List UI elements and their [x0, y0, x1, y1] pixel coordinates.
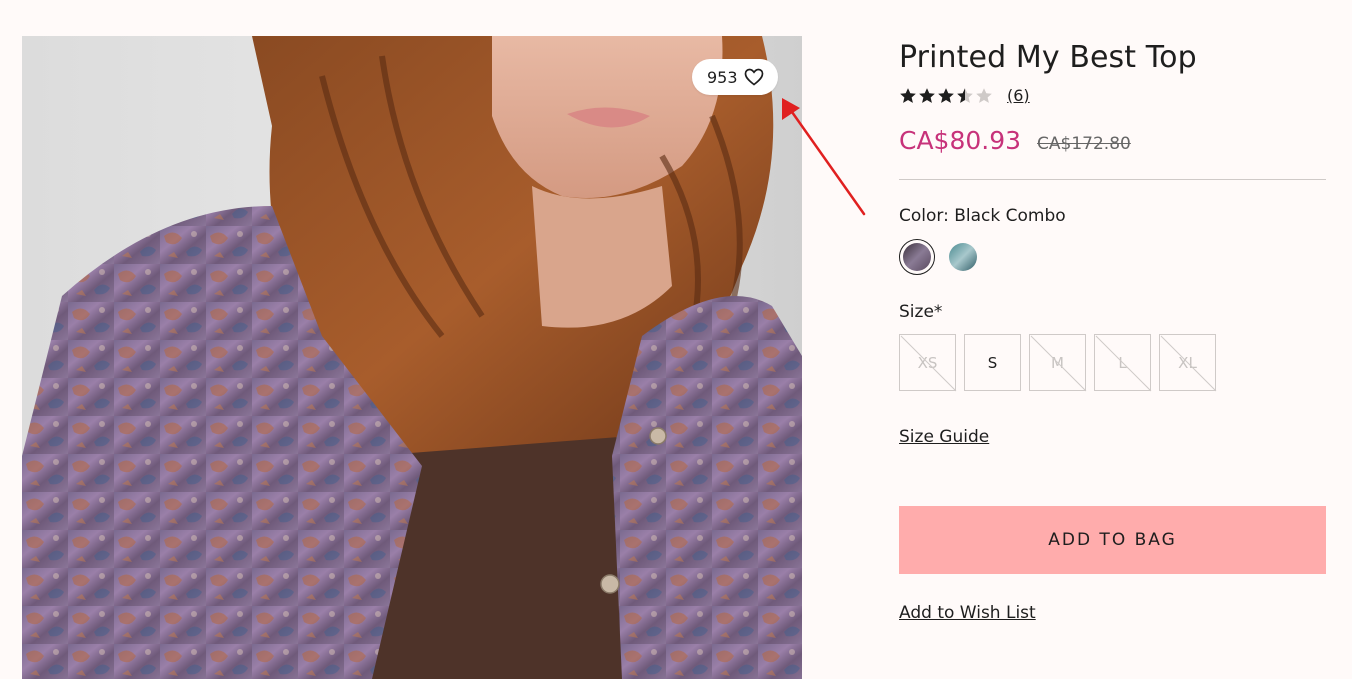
- star-rating: [899, 87, 993, 104]
- size-label: Size*: [899, 302, 943, 322]
- color-swatch-chip: [903, 243, 931, 271]
- size-option-l[interactable]: L: [1094, 334, 1152, 392]
- color-swatch-chip: [949, 243, 977, 271]
- product-photo-illustration: [22, 36, 802, 679]
- add-to-bag-button[interactable]: ADD TO BAG: [899, 506, 1326, 574]
- review-count-link[interactable]: (6): [1007, 86, 1030, 105]
- product-page: 953 Printed My Best Top (6) CA$80.93 CA$…: [0, 0, 1352, 679]
- unavailable-strike: [900, 335, 957, 392]
- color-label-row: Color: Black Combo: [899, 206, 1326, 226]
- divider: [899, 179, 1326, 180]
- original-price: CA$172.80: [1037, 134, 1131, 154]
- star-icon: [938, 87, 954, 103]
- wishlist-count: 953: [707, 67, 738, 87]
- selected-color-name: Black Combo: [954, 206, 1066, 226]
- color-swatch-black-combo[interactable]: [899, 239, 935, 275]
- sale-price: CA$80.93: [899, 126, 1022, 155]
- heart-icon: [744, 68, 764, 86]
- unavailable-strike: [1095, 335, 1152, 392]
- size-option-xl[interactable]: XL: [1159, 334, 1217, 392]
- price-row: CA$80.93 CA$172.80: [899, 126, 1326, 155]
- product-image[interactable]: [22, 36, 802, 679]
- size-option-m[interactable]: M: [1029, 334, 1087, 392]
- size-guide-link[interactable]: Size Guide: [899, 427, 989, 447]
- star-icon: [919, 87, 935, 103]
- product-details: Printed My Best Top (6) CA$80.93 CA$172.…: [899, 36, 1326, 623]
- size-option-xs[interactable]: XS: [899, 334, 957, 392]
- product-title: Printed My Best Top: [899, 40, 1197, 75]
- unavailable-strike: [1030, 335, 1087, 392]
- color-label: Color:: [899, 206, 949, 226]
- size-options: XS S MLXL: [899, 334, 1326, 392]
- add-to-wish-list-link[interactable]: Add to Wish List: [899, 603, 1036, 623]
- star-icon: [900, 87, 916, 103]
- star-icon: [957, 87, 973, 103]
- color-swatches: [899, 239, 1326, 275]
- rating-row: (6): [899, 84, 1326, 106]
- star-icon: [976, 87, 992, 103]
- wishlist-count-button[interactable]: 953: [692, 59, 778, 95]
- unavailable-strike: [1160, 335, 1217, 392]
- size-option-s[interactable]: S: [964, 334, 1021, 391]
- size-option-label: S: [987, 353, 998, 372]
- color-swatch-blue-combo[interactable]: [945, 239, 981, 275]
